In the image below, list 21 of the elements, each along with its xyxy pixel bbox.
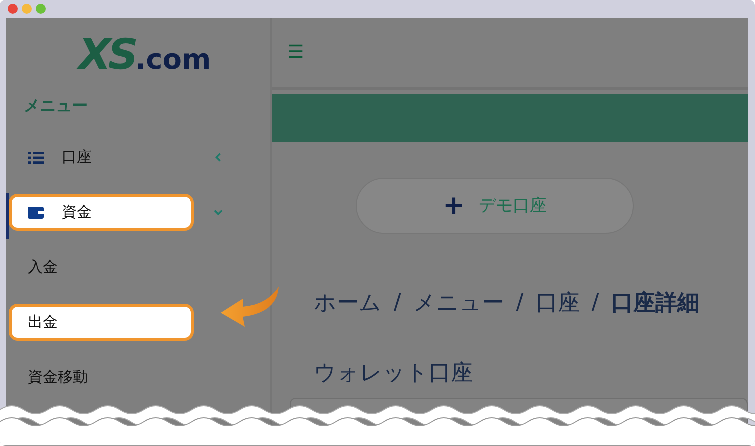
minimize-dot[interactable]: [22, 4, 32, 14]
sidebar-item[interactable]: 口座: [9, 139, 194, 176]
sidebar-item[interactable]: 資金: [9, 194, 194, 231]
logo: XS.com: [76, 29, 212, 80]
close-dot[interactable]: [8, 4, 18, 14]
list-icon: [28, 152, 44, 164]
breadcrumb-separator: /: [516, 290, 524, 316]
breadcrumb-link[interactable]: ホーム: [314, 288, 382, 318]
wallet-icon: [28, 206, 44, 218]
breadcrumb-current: 口座詳細: [611, 290, 700, 318]
breadcrumb-link[interactable]: 口座: [536, 288, 580, 318]
submenu-item[interactable]: 入金: [9, 249, 194, 286]
breadcrumb-link[interactable]: メニュー: [413, 288, 504, 318]
section-title: ウォレット口座: [313, 360, 474, 388]
breadcrumb-separator: /: [592, 290, 600, 316]
demo-account-button[interactable]: + デモ口座: [356, 178, 634, 234]
maximize-dot[interactable]: [36, 4, 46, 14]
breadcrumb-separator: /: [394, 290, 402, 316]
submenu-item[interactable]: 資金移動: [9, 359, 194, 396]
submenu-item[interactable]: 出金: [9, 304, 194, 341]
menu-heading: メニュー: [23, 95, 89, 117]
